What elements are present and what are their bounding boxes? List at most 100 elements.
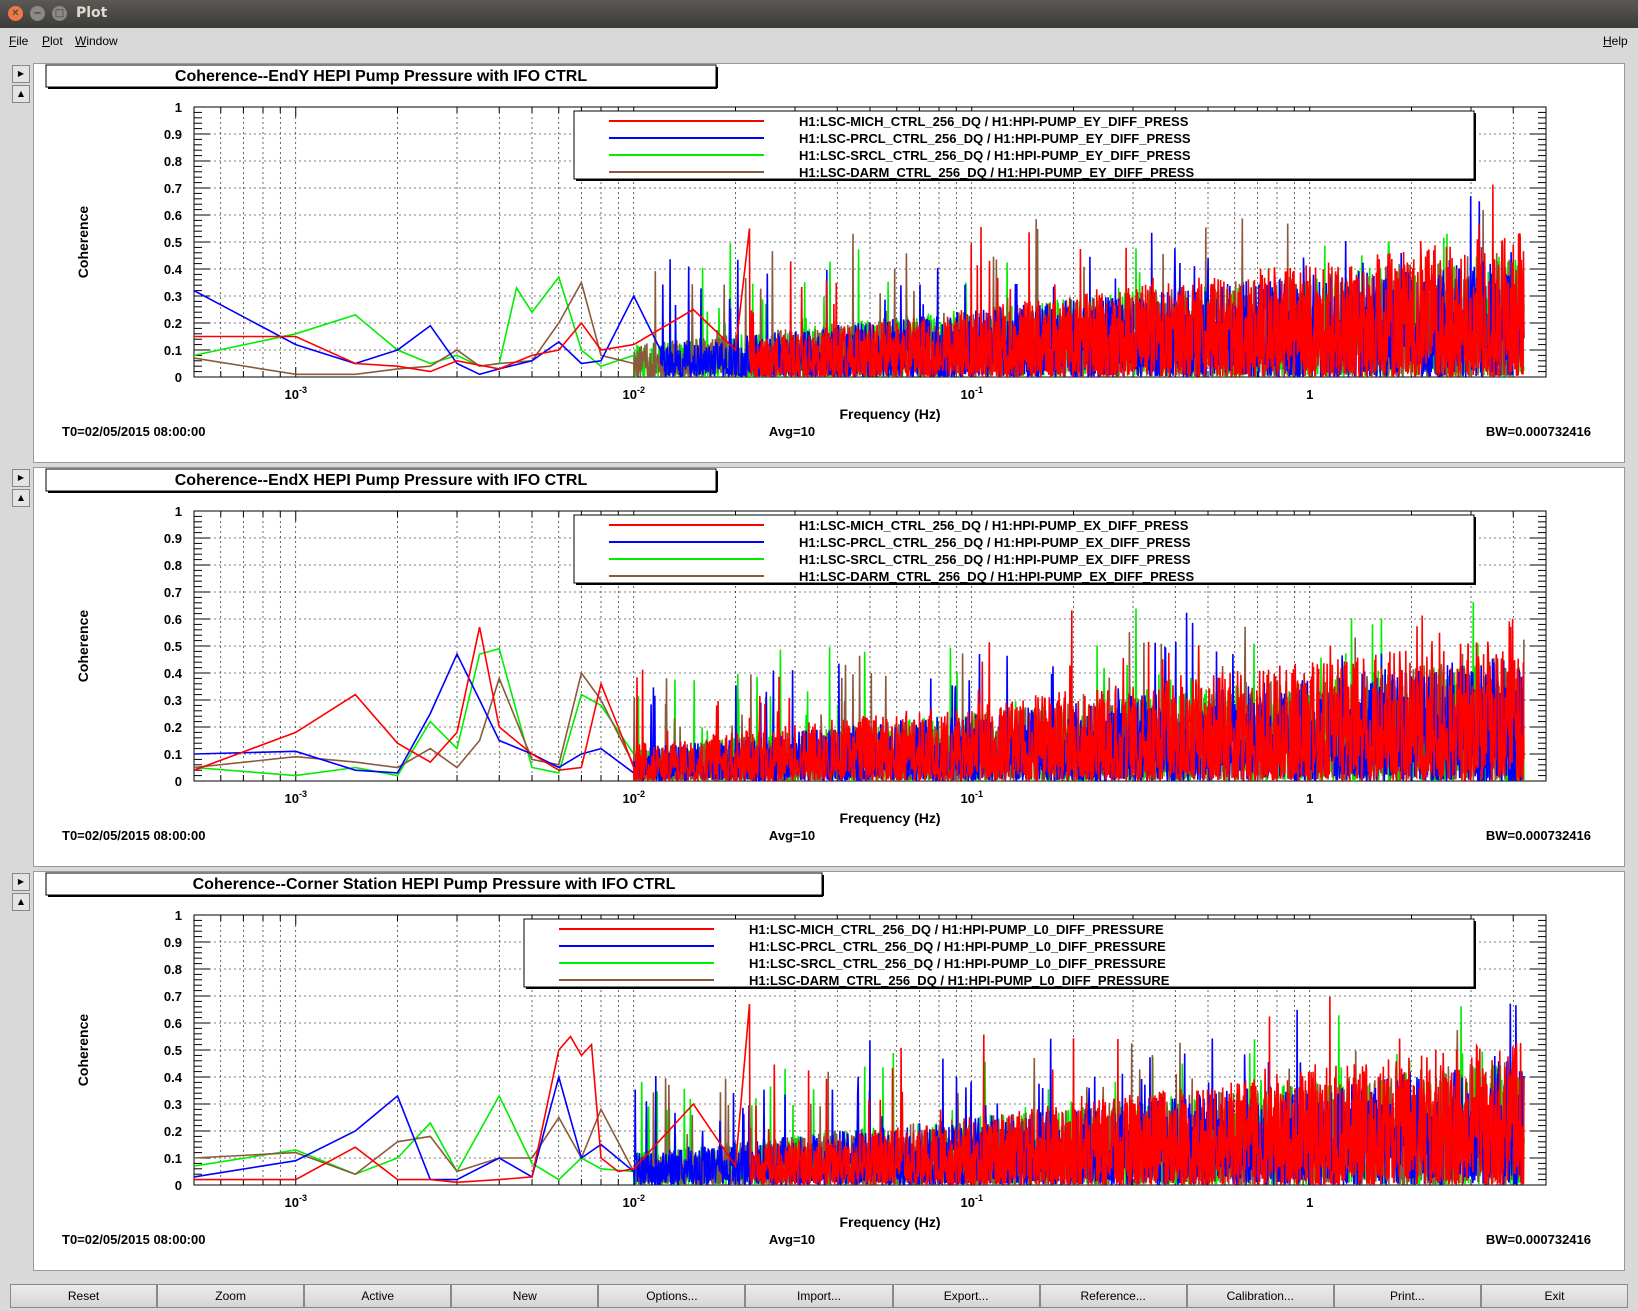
options-button[interactable]: Options... [598, 1284, 746, 1308]
y-tick-label: 0.2 [164, 1124, 182, 1139]
legend-entry: H1:LSC-MICH_CTRL_256_DQ / H1:HPI-PUMP_EY… [799, 114, 1189, 129]
export-button[interactable]: Export... [892, 1284, 1040, 1308]
panel-collapse-button[interactable]: ▲ [12, 893, 30, 911]
x-tick-label: 10-2 [623, 385, 645, 402]
legend-entry: H1:LSC-PRCL_CTRL_256_DQ / H1:HPI-PUMP_EX… [799, 535, 1191, 550]
bottom-button-bar: Reset Zoom Active New Options... Import.… [0, 1284, 1638, 1310]
average-label: Avg=10 [769, 1232, 815, 1247]
y-tick-label: 0.9 [164, 127, 182, 142]
reset-button[interactable]: Reset [10, 1284, 158, 1308]
x-tick-label: 10-3 [285, 789, 307, 806]
panel-expand-button[interactable]: ▶ [12, 469, 30, 487]
y-tick-label: 0.7 [164, 181, 182, 196]
plot-panel-1: ▶ ▲ Coherence--EndY HEPI Pump Pressure w… [0, 63, 1638, 463]
x-tick-label: 10-1 [961, 385, 983, 402]
y-tick-label: 0.3 [164, 1097, 182, 1112]
y-tick-label: 0.1 [164, 747, 182, 762]
panel-expand-button[interactable]: ▶ [12, 873, 30, 891]
y-tick-label: 0.9 [164, 935, 182, 950]
y-tick-label: 0.1 [164, 343, 182, 358]
x-tick-label: 10-1 [961, 1193, 983, 1210]
y-tick-label: 0.2 [164, 720, 182, 735]
import-button[interactable]: Import... [745, 1284, 893, 1308]
coherence-chart[interactable]: Coherence--EndY HEPI Pump Pressure with … [34, 64, 1624, 462]
exit-button[interactable]: Exit [1480, 1284, 1628, 1308]
x-tick-label: 10-3 [285, 1193, 307, 1210]
x-tick-label: 10-1 [961, 789, 983, 806]
start-time-label: T0=02/05/2015 08:00:00 [62, 424, 205, 439]
legend-entry: H1:LSC-DARM_CTRL_256_DQ / H1:HPI-PUMP_EY… [799, 165, 1194, 180]
y-tick-label: 0.7 [164, 585, 182, 600]
x-tick-label: 10-3 [285, 385, 307, 402]
y-tick-label: 0.4 [164, 262, 183, 277]
plot-panel-3: ▶ ▲ Coherence--Corner Station HEPI Pump … [0, 871, 1638, 1271]
panel-collapse-button[interactable]: ▲ [12, 85, 30, 103]
plot-canvas[interactable]: Coherence--EndY HEPI Pump Pressure with … [33, 63, 1625, 463]
menu-window[interactable]: Window [75, 34, 118, 48]
y-tick-label: 0.8 [164, 154, 182, 169]
plot-canvas[interactable]: Coherence--EndX HEPI Pump Pressure with … [33, 467, 1625, 867]
legend-entry: H1:LSC-SRCL_CTRL_256_DQ / H1:HPI-PUMP_EY… [799, 148, 1191, 163]
menubar: File Plot Window Help [0, 28, 1638, 54]
plot-title: Coherence--EndY HEPI Pump Pressure with … [175, 68, 587, 85]
close-window-button[interactable]: ✕ [8, 6, 23, 21]
print-button[interactable]: Print... [1333, 1284, 1481, 1308]
y-axis-label: Coherence [75, 206, 91, 279]
y-tick-label: 0 [175, 1178, 182, 1193]
y-tick-label: 0.5 [164, 1043, 182, 1058]
start-time-label: T0=02/05/2015 08:00:00 [62, 1232, 205, 1247]
menu-help[interactable]: Help [1603, 34, 1628, 48]
y-axis-label: Coherence [75, 610, 91, 683]
zoom-button[interactable]: Zoom [157, 1284, 305, 1308]
menu-plot[interactable]: Plot [42, 34, 63, 48]
y-tick-label: 0.3 [164, 693, 182, 708]
legend-entry: H1:LSC-SRCL_CTRL_256_DQ / H1:HPI-PUMP_EX… [799, 552, 1191, 567]
y-tick-label: 0.4 [164, 1070, 183, 1085]
y-tick-label: 0.3 [164, 289, 182, 304]
y-tick-label: 0.6 [164, 1016, 182, 1031]
y-tick-label: 0.7 [164, 989, 182, 1004]
legend-entry: H1:LSC-MICH_CTRL_256_DQ / H1:HPI-PUMP_L0… [749, 922, 1164, 937]
x-axis-label: Frequency (Hz) [839, 810, 940, 826]
legend-entry: H1:LSC-SRCL_CTRL_256_DQ / H1:HPI-PUMP_L0… [749, 956, 1166, 971]
bandwidth-label: BW=0.000732416 [1486, 1232, 1591, 1247]
bandwidth-label: BW=0.000732416 [1486, 424, 1591, 439]
y-axis-label: Coherence [75, 1014, 91, 1087]
y-tick-label: 0.5 [164, 639, 182, 654]
average-label: Avg=10 [769, 424, 815, 439]
y-tick-label: 1 [175, 100, 182, 115]
y-tick-label: 0.2 [164, 316, 182, 331]
x-tick-label: 10-2 [623, 1193, 645, 1210]
panel-collapse-button[interactable]: ▲ [12, 489, 30, 507]
legend-entry: H1:LSC-DARM_CTRL_256_DQ / H1:HPI-PUMP_EX… [799, 569, 1194, 584]
x-tick-label: 1 [1306, 387, 1313, 402]
plot-canvas[interactable]: Coherence--Corner Station HEPI Pump Pres… [33, 871, 1625, 1271]
y-tick-label: 0 [175, 774, 182, 789]
x-tick-label: 1 [1306, 1195, 1313, 1210]
y-tick-label: 0.1 [164, 1151, 182, 1166]
calibration-button[interactable]: Calibration... [1186, 1284, 1334, 1308]
reference-button[interactable]: Reference... [1039, 1284, 1187, 1308]
window-titlebar: ✕ − □ Plot [0, 0, 1638, 28]
coherence-chart[interactable]: Coherence--Corner Station HEPI Pump Pres… [34, 872, 1624, 1270]
y-tick-label: 1 [175, 504, 182, 519]
y-tick-label: 0.8 [164, 558, 182, 573]
x-tick-label: 10-2 [623, 789, 645, 806]
bandwidth-label: BW=0.000732416 [1486, 828, 1591, 843]
legend-entry: H1:LSC-PRCL_CTRL_256_DQ / H1:HPI-PUMP_EY… [799, 131, 1191, 146]
legend-entry: H1:LSC-DARM_CTRL_256_DQ / H1:HPI-PUMP_L0… [749, 973, 1170, 988]
start-time-label: T0=02/05/2015 08:00:00 [62, 828, 205, 843]
minimize-window-button[interactable]: − [30, 6, 45, 21]
maximize-window-button[interactable]: □ [52, 6, 67, 21]
menu-file[interactable]: File [9, 34, 28, 48]
coherence-chart[interactable]: Coherence--EndX HEPI Pump Pressure with … [34, 468, 1624, 866]
y-tick-label: 1 [175, 908, 182, 923]
y-tick-label: 0 [175, 370, 182, 385]
y-tick-label: 0.4 [164, 666, 183, 681]
active-button[interactable]: Active [304, 1284, 452, 1308]
y-tick-label: 0.9 [164, 531, 182, 546]
y-tick-label: 0.5 [164, 235, 182, 250]
new-button[interactable]: New [451, 1284, 599, 1308]
panel-expand-button[interactable]: ▶ [12, 65, 30, 83]
y-tick-label: 0.6 [164, 612, 182, 627]
